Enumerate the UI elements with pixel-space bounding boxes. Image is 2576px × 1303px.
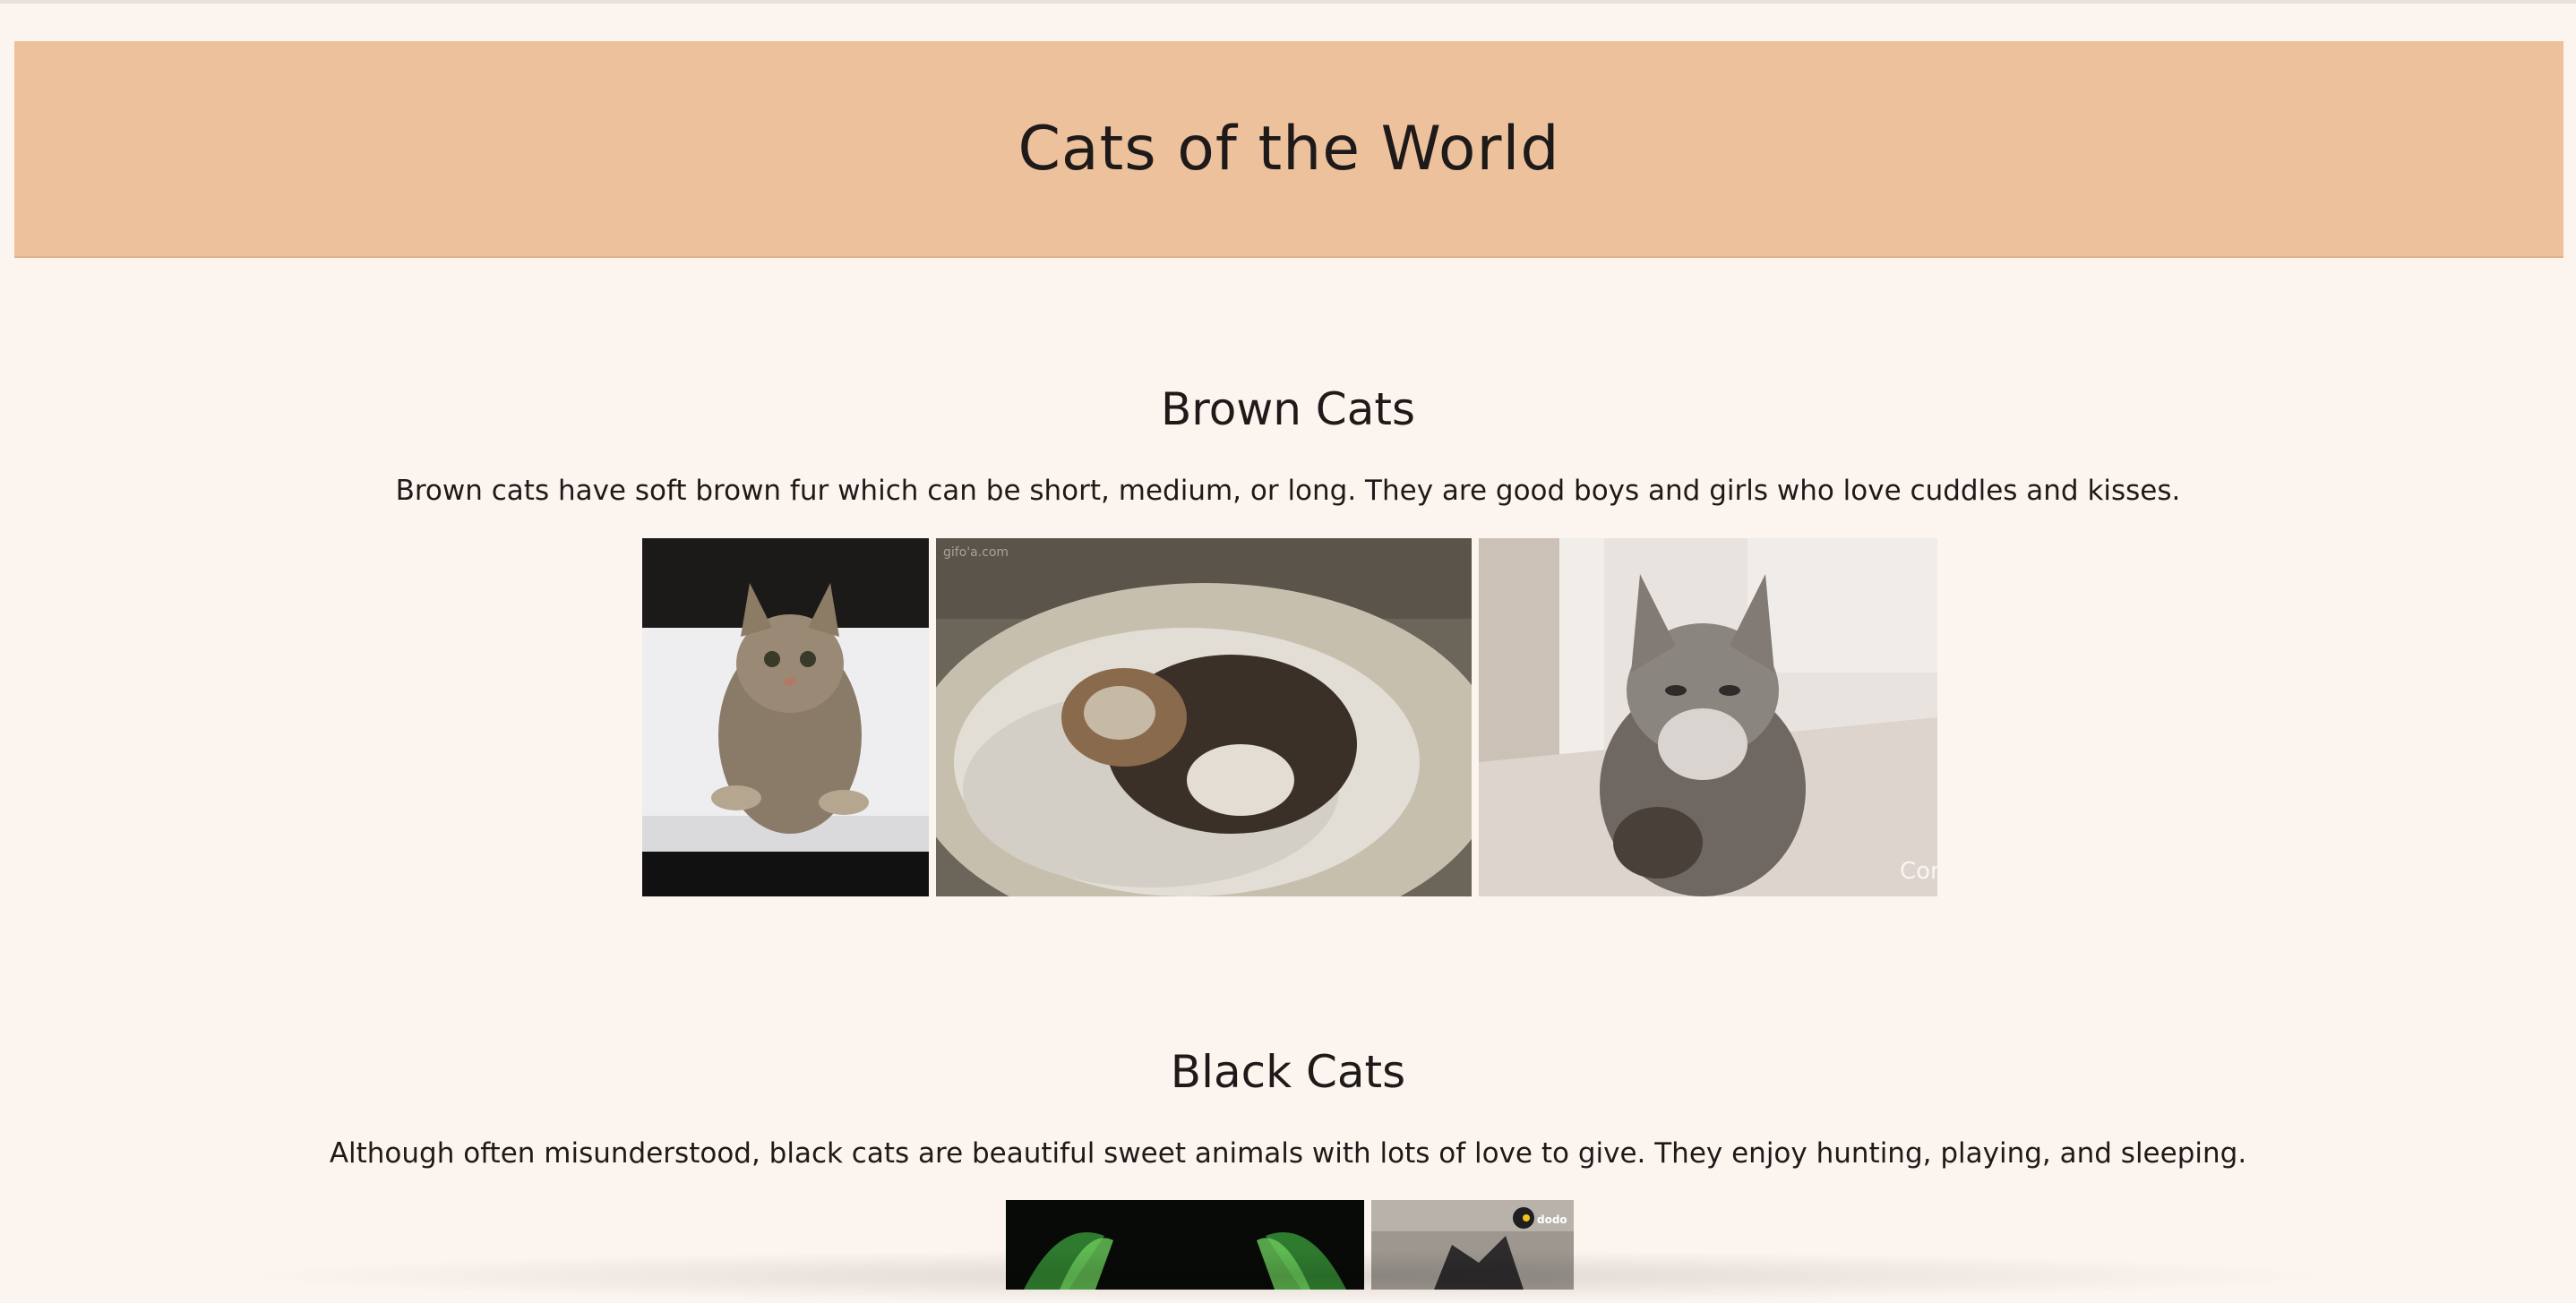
fluffy-kitten-photo: Com	[1479, 538, 1937, 896]
section-description-black-cats: Although often misunderstood, black cats…	[329, 1137, 2247, 1170]
section-title-brown-cats: Brown Cats	[1160, 383, 1416, 435]
bottom-shadow	[233, 1249, 2343, 1303]
section-description-brown-cats: Brown cats have soft brown fur which can…	[395, 475, 2181, 507]
page-header: Cats of the World	[14, 41, 2563, 258]
section-title-black-cats: Black Cats	[1170, 1046, 1406, 1098]
photo-watermark: gifo'a.com	[943, 545, 1009, 560]
top-border	[0, 0, 2576, 4]
photo-watermark: dodo	[1537, 1213, 1567, 1226]
photo-watermark: Com	[1900, 858, 1937, 885]
page-title: Cats of the World	[1018, 113, 1560, 184]
brown-cat-photo-1	[642, 538, 929, 896]
kitten-sleeping-photo: gifo'a.com	[936, 538, 1472, 896]
